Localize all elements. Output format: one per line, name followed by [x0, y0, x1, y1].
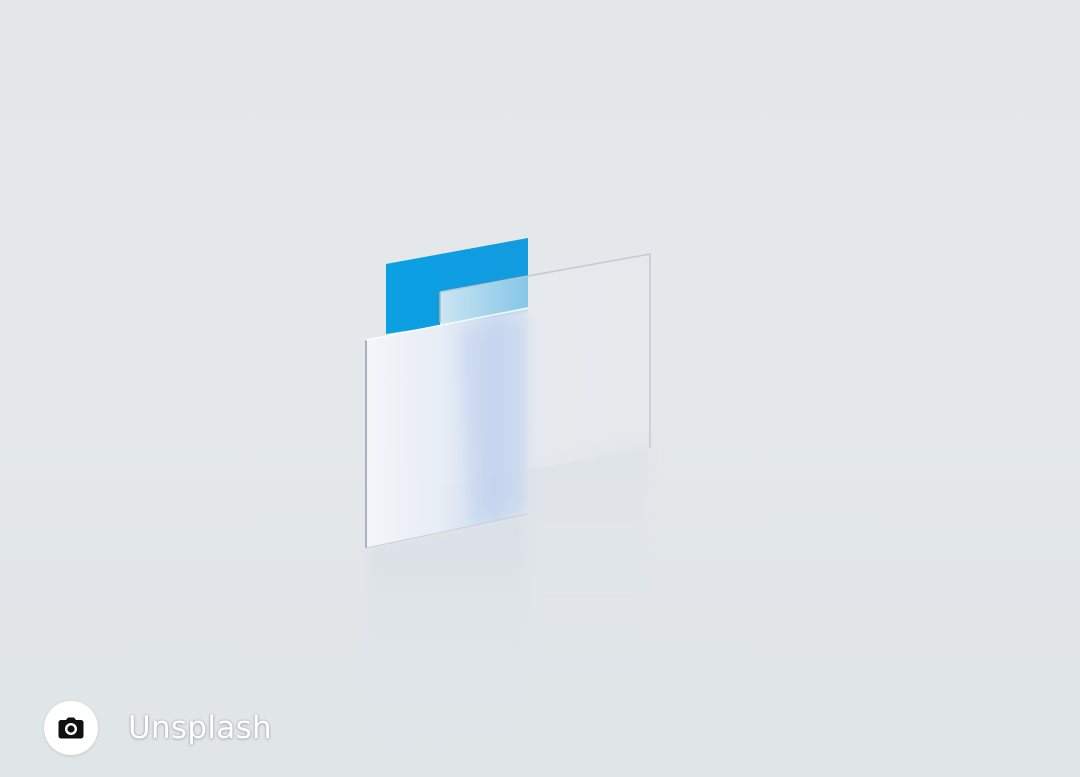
- glass-panels-illustration: [365, 238, 651, 770]
- camera-badge[interactable]: [44, 701, 98, 755]
- front-panel-reflection: [366, 514, 528, 770]
- photo-credit: Unsplash: [44, 701, 272, 755]
- back-panel-reflection: [528, 440, 650, 730]
- photo-scene: Unsplash: [0, 0, 1080, 777]
- camera-icon: [58, 717, 84, 739]
- credit-label: Unsplash: [128, 710, 272, 746]
